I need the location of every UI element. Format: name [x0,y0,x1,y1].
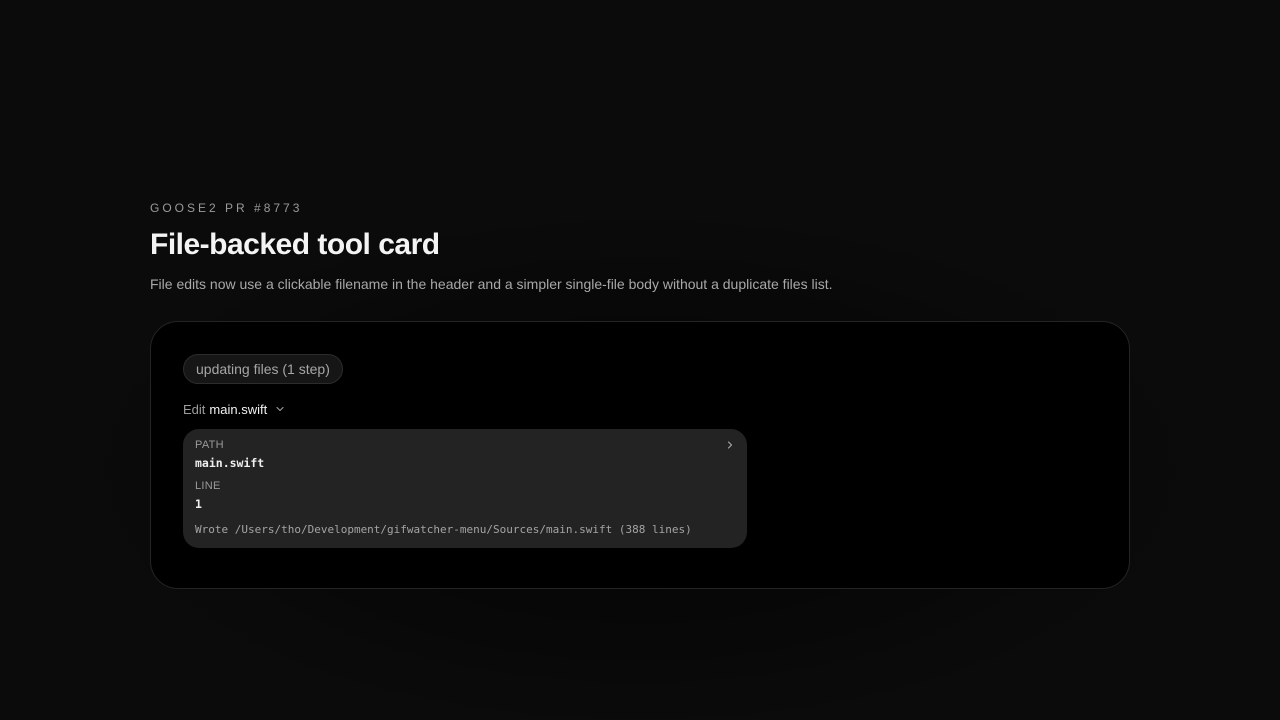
path-value: main.swift [195,456,265,470]
tool-card-body: PATH main.swift LINE 1 Wrote /Users/tho/… [183,429,747,548]
tool-card-header[interactable]: Edit main.swift [183,400,1097,418]
page: GOOSE2 PR #8773 File-backed tool card Fi… [0,0,1280,720]
page-title: File-backed tool card [150,228,440,261]
line-value: 1 [195,497,202,511]
path-label: PATH [195,439,224,451]
page-subtitle: File edits now use a clickable filename … [150,276,833,292]
result-text: Wrote /Users/tho/Development/gifwatcher-… [195,523,692,536]
demo-panel: updating files (1 step) Edit main.swift … [150,321,1130,589]
status-chip[interactable]: updating files (1 step) [183,354,343,384]
line-label: LINE [195,480,221,492]
eyebrow-label: GOOSE2 PR #8773 [150,201,303,215]
chevron-down-icon[interactable] [275,404,285,414]
filename-link[interactable]: main.swift [209,402,267,417]
edit-verb-label: Edit [183,401,206,417]
main-content: GOOSE2 PR #8773 File-backed tool card Fi… [150,200,1130,589]
chevron-right-icon[interactable] [723,438,737,452]
